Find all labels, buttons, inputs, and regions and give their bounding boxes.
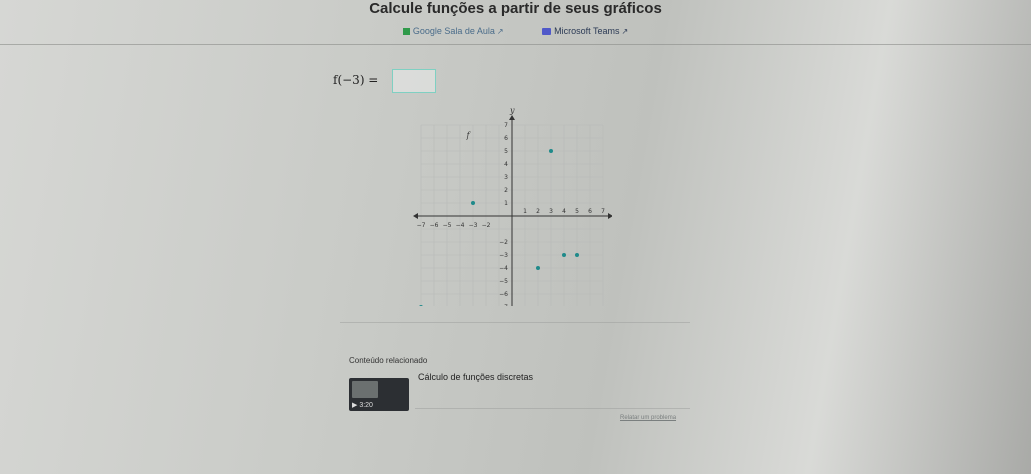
thumbnail-image bbox=[352, 381, 378, 398]
y-tick-label: 3 bbox=[504, 174, 508, 181]
section-divider bbox=[340, 322, 690, 323]
x-tick-label: 1 bbox=[523, 208, 527, 215]
data-point bbox=[549, 149, 553, 153]
video-duration: ▶ 3:20 bbox=[352, 401, 373, 409]
video-divider bbox=[415, 408, 690, 409]
function-graph: −7−6−5−4−3−212345677654321−2−3−4−5−6−7 x… bbox=[413, 106, 612, 306]
x-tick-label: 4 bbox=[562, 208, 566, 215]
y-tick-label: 1 bbox=[504, 200, 508, 207]
y-tick-label: 6 bbox=[504, 135, 508, 142]
y-tick-label: 5 bbox=[504, 148, 508, 155]
graph-axes bbox=[413, 115, 612, 306]
x-tick-label: 3 bbox=[549, 208, 553, 215]
video-duration-text: 3:20 bbox=[359, 402, 373, 409]
y-tick-label: −5 bbox=[499, 278, 508, 285]
x-tick-label: −2 bbox=[482, 222, 491, 229]
y-axis-label: y bbox=[509, 106, 515, 115]
data-point bbox=[575, 253, 579, 257]
x-tick-label: −3 bbox=[469, 222, 478, 229]
x-axis-arrow bbox=[413, 213, 418, 219]
data-point bbox=[471, 201, 475, 205]
x-tick-label: 7 bbox=[601, 208, 605, 215]
function-label: f bbox=[466, 131, 472, 140]
x-tick-label: 5 bbox=[575, 208, 579, 215]
y-tick-label: −2 bbox=[499, 239, 508, 246]
data-point bbox=[419, 305, 423, 306]
y-tick-label: −7 bbox=[499, 304, 508, 306]
question-expression: f(−3) = bbox=[333, 73, 379, 87]
data-point bbox=[536, 266, 540, 270]
video-title-link[interactable]: Cálculo de funções discretas bbox=[418, 372, 533, 382]
external-link-icon: ↗ bbox=[496, 27, 504, 36]
x-tick-label: −6 bbox=[430, 222, 439, 229]
y-tick-label: −3 bbox=[499, 252, 508, 259]
google-classroom-link[interactable]: Google Sala de Aula ↗ bbox=[402, 26, 506, 36]
google-classroom-label: Google Sala de Aula bbox=[412, 26, 495, 36]
data-point bbox=[562, 253, 566, 257]
google-classroom-icon bbox=[402, 28, 410, 35]
y-tick-label: −4 bbox=[499, 265, 508, 272]
y-tick-label: 2 bbox=[504, 187, 508, 194]
share-links: Google Sala de Aula ↗ Microsoft Teams ↗ bbox=[0, 26, 1031, 36]
x-tick-label: 2 bbox=[536, 208, 540, 215]
y-tick-label: 4 bbox=[504, 161, 508, 168]
y-tick-label: 7 bbox=[504, 122, 508, 129]
external-link-icon: ↗ bbox=[621, 27, 629, 36]
x-tick-label: −5 bbox=[443, 222, 452, 229]
x-axis-arrow bbox=[608, 213, 612, 219]
y-axis-arrow bbox=[509, 115, 515, 120]
microsoft-teams-link[interactable]: Microsoft Teams ↗ bbox=[542, 26, 628, 36]
x-tick-label: −4 bbox=[456, 222, 465, 229]
x-tick-label: 6 bbox=[588, 208, 592, 215]
video-thumbnail[interactable]: ▶ 3:20 bbox=[349, 378, 409, 411]
header-divider bbox=[0, 44, 1031, 45]
y-tick-label: −6 bbox=[499, 291, 508, 298]
report-problem-link[interactable]: Relatar um problema bbox=[620, 415, 676, 421]
answer-input[interactable] bbox=[392, 69, 436, 93]
related-heading: Conteúdo relacionado bbox=[349, 356, 428, 365]
microsoft-teams-label: Microsoft Teams bbox=[554, 26, 620, 36]
page-title: Calcule funções a partir de seus gráfico… bbox=[369, 0, 662, 17]
microsoft-teams-icon bbox=[542, 28, 552, 35]
x-tick-label: −7 bbox=[417, 222, 426, 229]
